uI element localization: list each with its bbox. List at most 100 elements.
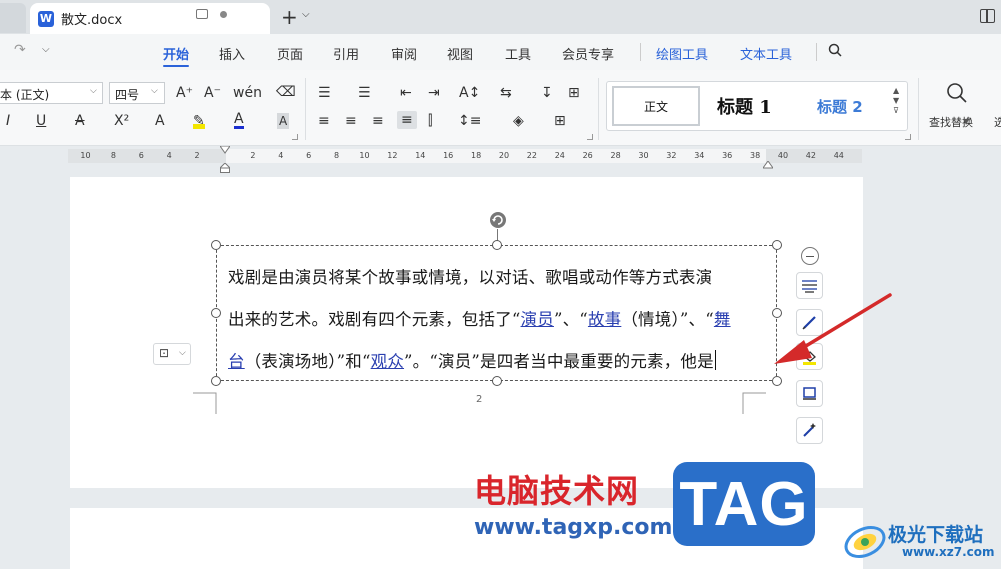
ruler-tick-label: 2 bbox=[250, 151, 256, 160]
ruler-tick-label: 12 bbox=[387, 151, 398, 160]
ruler-tick-label: 8 bbox=[110, 151, 116, 160]
resize-handle-bottom-left[interactable] bbox=[211, 376, 221, 386]
menu-page[interactable]: 页面 bbox=[277, 44, 303, 63]
menu-reference[interactable]: 引用 bbox=[333, 44, 359, 63]
font-name-select[interactable]: 本 (正文) bbox=[0, 82, 103, 104]
margin-corner-mark bbox=[742, 392, 766, 414]
align-right-icon[interactable]: ≡ bbox=[372, 113, 384, 129]
numbered-list-icon[interactable]: ☰ bbox=[358, 85, 371, 101]
style-normal[interactable]: 正文 bbox=[612, 86, 700, 126]
menu-insert[interactable]: 插入 bbox=[219, 44, 245, 63]
layout-options-button[interactable]: ⊡ ⌵ bbox=[153, 343, 191, 365]
display-icon bbox=[803, 387, 816, 400]
chevron-down-icon[interactable]: ▼ bbox=[963, 117, 969, 126]
border-icon[interactable]: ⊞ bbox=[554, 113, 566, 129]
clear-format-icon[interactable]: ⌫ bbox=[276, 84, 296, 100]
ruler-tick-label: 32 bbox=[666, 151, 677, 160]
menu-view[interactable]: 视图 bbox=[447, 44, 473, 63]
redo-icon[interactable]: ↷ bbox=[14, 42, 26, 58]
screen-icon[interactable] bbox=[196, 9, 208, 19]
link-audience[interactable]: 观众 bbox=[371, 352, 404, 371]
resize-handle-bottom[interactable] bbox=[492, 376, 502, 386]
style-heading-1[interactable]: 标题 1 bbox=[717, 93, 772, 119]
font-dialog-launcher[interactable] bbox=[292, 134, 298, 140]
unsaved-dot-icon[interactable] bbox=[220, 11, 227, 18]
font-color-icon[interactable]: A bbox=[234, 112, 244, 129]
resize-handle-top-right[interactable] bbox=[772, 240, 782, 250]
phonetic-icon[interactable]: wén bbox=[233, 85, 262, 101]
ribbon-divider bbox=[598, 78, 599, 140]
rotate-handle-icon[interactable] bbox=[489, 211, 507, 229]
menu-tools[interactable]: 工具 bbox=[505, 44, 531, 63]
decrease-indent-icon[interactable]: ⇤ bbox=[400, 85, 412, 101]
menu-review[interactable]: 审阅 bbox=[391, 44, 417, 63]
window-layout-icon[interactable] bbox=[980, 9, 995, 23]
text-run: 出来的艺术。戏剧有四个元素，包括了“ bbox=[228, 310, 521, 329]
text-direction-icon[interactable]: A↕ bbox=[459, 85, 480, 101]
menu-member[interactable]: 会员专享 bbox=[562, 44, 614, 63]
select-button[interactable]: 选 bbox=[994, 114, 1001, 130]
chevron-down-icon[interactable]: ⌵ bbox=[151, 86, 158, 96]
underline-icon[interactable]: U bbox=[36, 113, 46, 129]
new-tab-plus-icon[interactable]: + bbox=[281, 5, 298, 29]
link-story[interactable]: 故事 bbox=[588, 310, 621, 329]
superscript-icon[interactable]: X² bbox=[114, 113, 129, 129]
line-spacing-sort-icon[interactable]: ⇆ bbox=[500, 85, 512, 101]
menu-home[interactable]: 开始 bbox=[163, 44, 189, 63]
strikethrough-icon[interactable]: A bbox=[75, 113, 85, 129]
ruler-tick-label: 36 bbox=[722, 151, 733, 160]
align-left-icon[interactable]: ≡ bbox=[318, 113, 330, 129]
grow-font-icon[interactable]: A⁺ bbox=[176, 85, 193, 101]
ruler-tick-label: 6 bbox=[306, 151, 312, 160]
find-replace-icon[interactable] bbox=[946, 82, 968, 104]
tag-logo: TAG bbox=[673, 462, 815, 546]
distribute-icon[interactable]: ⫿ bbox=[428, 113, 432, 129]
shrink-font-icon[interactable]: A⁻ bbox=[204, 85, 221, 101]
resize-handle-top[interactable] bbox=[492, 240, 502, 250]
link-actor[interactable]: 演员 bbox=[521, 310, 554, 329]
resize-handle-top-left[interactable] bbox=[211, 240, 221, 250]
paragraph-shading-icon[interactable]: ◈ bbox=[513, 113, 524, 129]
ai-tools-button[interactable] bbox=[796, 417, 823, 444]
text-line-1: 戏剧是由演员将某个故事或情境，以对话、歌唱或动作等方式表演 bbox=[228, 257, 774, 299]
italic-icon[interactable]: I bbox=[6, 113, 10, 129]
styles-dialog-launcher[interactable] bbox=[905, 134, 911, 140]
collapse-toolbar-icon[interactable] bbox=[801, 247, 819, 265]
ruler-tick-label: 40 bbox=[777, 151, 789, 160]
char-shading-icon[interactable]: A bbox=[277, 113, 290, 129]
hanging-indent-marker[interactable] bbox=[220, 163, 230, 173]
chevron-down-icon[interactable]: ⌵ bbox=[302, 9, 310, 20]
line-spacing-icon[interactable]: ↕≡ bbox=[458, 113, 481, 129]
previous-tab[interactable] bbox=[0, 3, 26, 33]
style-heading-2[interactable]: 标题 2 bbox=[817, 96, 863, 117]
sort-icon[interactable]: ↧ bbox=[541, 85, 553, 101]
bullet-list-icon[interactable]: ☰ bbox=[318, 85, 331, 101]
link-stage-cont[interactable]: 台 bbox=[228, 352, 245, 371]
resize-handle-left[interactable] bbox=[211, 308, 221, 318]
text-box-content[interactable]: 戏剧是由演员将某个故事或情境，以对话、歌唱或动作等方式表演 出来的艺术。戏剧有四… bbox=[228, 257, 774, 383]
text-run: ”、“ bbox=[553, 310, 588, 329]
shape-effect-button[interactable] bbox=[796, 380, 823, 407]
menu-drawing-tools[interactable]: 绘图工具 bbox=[656, 44, 708, 63]
highlight-icon[interactable]: ✎ bbox=[193, 113, 205, 129]
ruler-tick-label: 4 bbox=[166, 151, 172, 160]
first-line-indent-marker[interactable] bbox=[220, 146, 230, 154]
chevron-down-icon[interactable]: ⌵ bbox=[90, 86, 97, 96]
ruler-tick-label: 2 bbox=[194, 151, 200, 160]
search-icon[interactable] bbox=[828, 43, 842, 57]
menu-text-tools[interactable]: 文本工具 bbox=[740, 44, 792, 63]
link-stage[interactable]: 舞 bbox=[714, 310, 731, 329]
text-effect-icon[interactable]: A bbox=[155, 113, 165, 129]
quick-access-chevron-icon[interactable]: ⌵ bbox=[42, 44, 50, 55]
show-marks-icon[interactable]: ⊞ bbox=[568, 85, 580, 101]
paragraph-dialog-launcher[interactable] bbox=[587, 134, 593, 140]
document-tab[interactable]: W 散文.docx bbox=[30, 3, 270, 34]
gallery-scroll-icon[interactable]: ▲ ▼ ⊽ bbox=[893, 86, 899, 116]
align-center-icon[interactable]: ≡ bbox=[345, 113, 357, 129]
ruler-tick-label: 44 bbox=[833, 151, 844, 160]
justify-icon[interactable]: ≡ bbox=[397, 111, 417, 129]
increase-indent-icon[interactable]: ⇥ bbox=[428, 85, 440, 101]
ruler-tick-label: 8 bbox=[334, 151, 340, 160]
right-indent-marker[interactable] bbox=[763, 161, 773, 169]
resize-handle-bottom-right[interactable] bbox=[772, 376, 782, 386]
